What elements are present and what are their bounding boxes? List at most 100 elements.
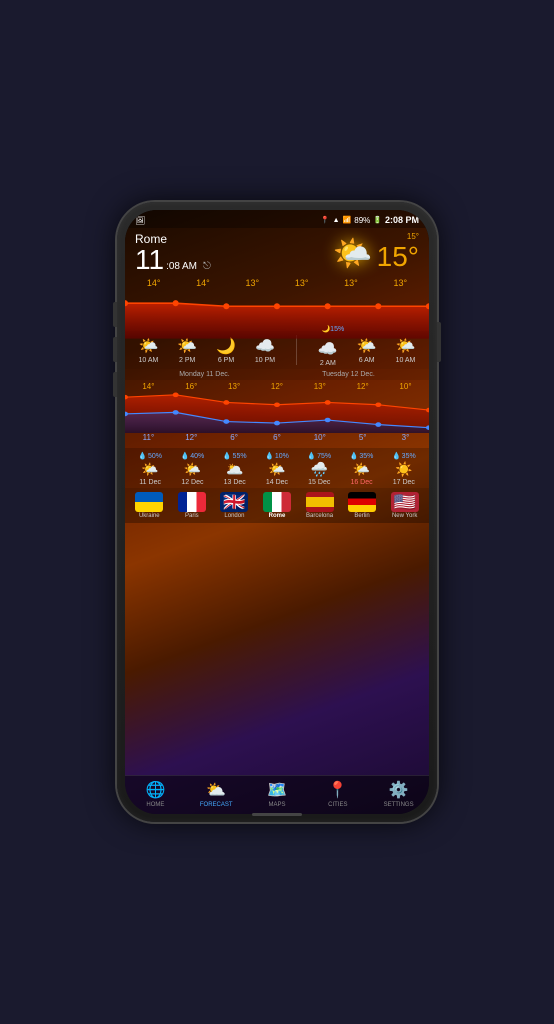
nav-home[interactable]: 🌐 HOME <box>125 780 186 808</box>
home-icon: 🌐 <box>145 780 165 800</box>
daily-date-4: 15 Dec <box>308 479 330 486</box>
flag-paris <box>178 492 206 512</box>
nav-maps[interactable]: 🗺️ MAPS <box>247 780 308 808</box>
rain-0: 💧50% <box>138 452 162 460</box>
city-berlin[interactable]: Berlin <box>348 492 376 519</box>
low-temp-row-2: 11° 12° 6° 6° 10° 5° 3° <box>125 433 429 442</box>
time-hours: 11 <box>135 246 164 274</box>
daily-4: 💧75% 🌧️ 15 Dec <box>307 452 331 486</box>
daily-date-5: 16 Dec <box>350 479 372 486</box>
temp-6: 13° <box>386 278 414 288</box>
ht2-2: 13° <box>220 382 248 391</box>
location-icon: 📍 <box>321 216 330 224</box>
temp-5: 13° <box>337 278 365 288</box>
nav-forecast-label: FORECAST <box>200 802 233 808</box>
flag-london: 🇬🇧 <box>220 492 248 512</box>
city-paris[interactable]: Paris <box>178 492 206 519</box>
daily-1: 💧40% 🌤️ 12 Dec <box>181 452 205 486</box>
lt2-5: 5° <box>349 433 377 442</box>
hourly-time-3: 10 PM <box>255 357 275 364</box>
lt2-1: 12° <box>177 433 205 442</box>
rain-6: 💧35% <box>392 452 416 460</box>
status-right: 📍 ▲ 📶 89% 🔋 2:08 PM <box>321 215 419 225</box>
home-bar <box>252 813 302 816</box>
hourly-time-6: 10 AM <box>396 357 416 364</box>
daily-forecast: 💧50% 🌤️ 11 Dec 💧40% 🌤️ 12 Dec 💧55% 🌥️ 13… <box>125 448 429 488</box>
ht2-0: 14° <box>134 382 162 391</box>
city-label-rome: Rome <box>269 513 286 519</box>
temp-2: 14° <box>189 278 217 288</box>
hourly-time-0: 10 AM <box>138 357 158 364</box>
city-label-berlin: Berlin <box>354 513 369 519</box>
chart-svg-1 <box>125 288 429 339</box>
daily-icon-4: 🌧️ <box>311 461 328 478</box>
phone-screen: 🖼 📍 ▲ 📶 89% 🔋 2:08 PM Rome 11 :08 <box>125 210 429 814</box>
daily-icon-6: ☀️ <box>395 461 412 478</box>
weather-main: Rome 11 :08 AM ⎋ 🌤️ 15° 15° <box>125 228 429 276</box>
city-ukraine[interactable]: Ukraine <box>135 492 163 519</box>
rain-3: 💧10% <box>265 452 289 460</box>
daily-date-0: 11 Dec <box>139 479 161 486</box>
wifi-icon: ▲ <box>333 217 340 224</box>
bottom-nav: 🌐 HOME ⛅ FORECAST 🗺️ MAPS 📍 CITIES ⚙️ <box>125 775 429 814</box>
ht2-6: 10° <box>391 382 419 391</box>
daily-2: 💧55% 🌥️ 13 Dec <box>223 452 247 486</box>
nav-forecast[interactable]: ⛅ FORECAST <box>186 780 247 808</box>
rain-4: 💧75% <box>307 452 331 460</box>
daily-0: 💧50% 🌤️ 11 Dec <box>138 452 162 486</box>
daily-icon-3: 🌤️ <box>268 461 285 478</box>
status-left: 🖼 <box>135 216 145 225</box>
daily-date-6: 17 Dec <box>393 479 415 486</box>
nav-maps-label: MAPS <box>268 802 285 808</box>
day-label-tue: Tuesday 12 Dec. <box>322 371 375 378</box>
daily-icon-0: 🌤️ <box>141 461 158 478</box>
screen-content: 🖼 📍 ▲ 📶 89% 🔋 2:08 PM Rome 11 :08 <box>125 210 429 814</box>
lt2-6: 3° <box>391 433 419 442</box>
daily-3: 💧10% 🌤️ 14 Dec <box>265 452 289 486</box>
settings-icon: ⚙️ <box>389 780 409 800</box>
current-weather-icon: 🌤️ <box>333 234 373 272</box>
time-ampm: AM <box>182 261 197 272</box>
city-label-newyork: New York <box>392 513 417 519</box>
hourly-time-2: 6 PM <box>218 357 234 364</box>
city-barcelona[interactable]: Barcelona <box>306 492 334 519</box>
forecast-icon: ⛅ <box>206 780 226 800</box>
flag-berlin <box>348 492 376 512</box>
time-row: 11 :08 AM ⎋ <box>135 246 333 274</box>
city-label-london: London <box>224 513 244 519</box>
weather-right-block: 🌤️ 15° 15° <box>333 232 419 273</box>
city-london[interactable]: 🇬🇧 London <box>220 492 248 519</box>
temp-chart-1: 14° 14° 13° 13° 13° 13° <box>125 276 429 331</box>
daily-icon-5: 🌤️ <box>353 461 370 478</box>
lt2-0: 11° <box>134 433 162 442</box>
share-icon[interactable]: ⎋ <box>203 261 211 272</box>
daily-date-1: 12 Dec <box>181 479 203 486</box>
daily-date-2: 13 Dec <box>224 479 246 486</box>
flag-newyork: 🇺🇸 <box>391 492 419 512</box>
hourly-time-1: 2 PM <box>179 357 195 364</box>
nav-cities[interactable]: 📍 CITIES <box>307 780 368 808</box>
city-label-paris: Paris <box>185 513 199 519</box>
flag-rome <box>263 492 291 512</box>
nav-settings-label: SETTINGS <box>384 802 414 808</box>
lt2-4: 10° <box>306 433 334 442</box>
rain-5: 💧35% <box>350 452 374 460</box>
ht2-1: 16° <box>177 382 205 391</box>
ht2-3: 12° <box>263 382 291 391</box>
city-name: Rome <box>135 232 333 246</box>
city-newyork[interactable]: 🇺🇸 New York <box>391 492 419 519</box>
city-dock: Ukraine Paris 🇬🇧 London Rome <box>125 488 429 523</box>
temp-1: 14° <box>140 278 168 288</box>
city-label-ukraine: Ukraine <box>139 513 160 519</box>
flag-ukraine <box>135 492 163 512</box>
nav-cities-label: CITIES <box>328 802 347 808</box>
battery-pct: 89% <box>354 216 370 225</box>
daily-icon-2: 🌥️ <box>226 461 243 478</box>
nav-settings[interactable]: ⚙️ SETTINGS <box>368 780 429 808</box>
city-rome[interactable]: Rome <box>263 492 291 519</box>
rain-2: 💧55% <box>223 452 247 460</box>
rain-1: 💧40% <box>181 452 205 460</box>
chart-svg-2 <box>125 391 429 433</box>
current-temp: 15° <box>377 241 419 273</box>
daily-icon-1: 🌤️ <box>184 461 201 478</box>
